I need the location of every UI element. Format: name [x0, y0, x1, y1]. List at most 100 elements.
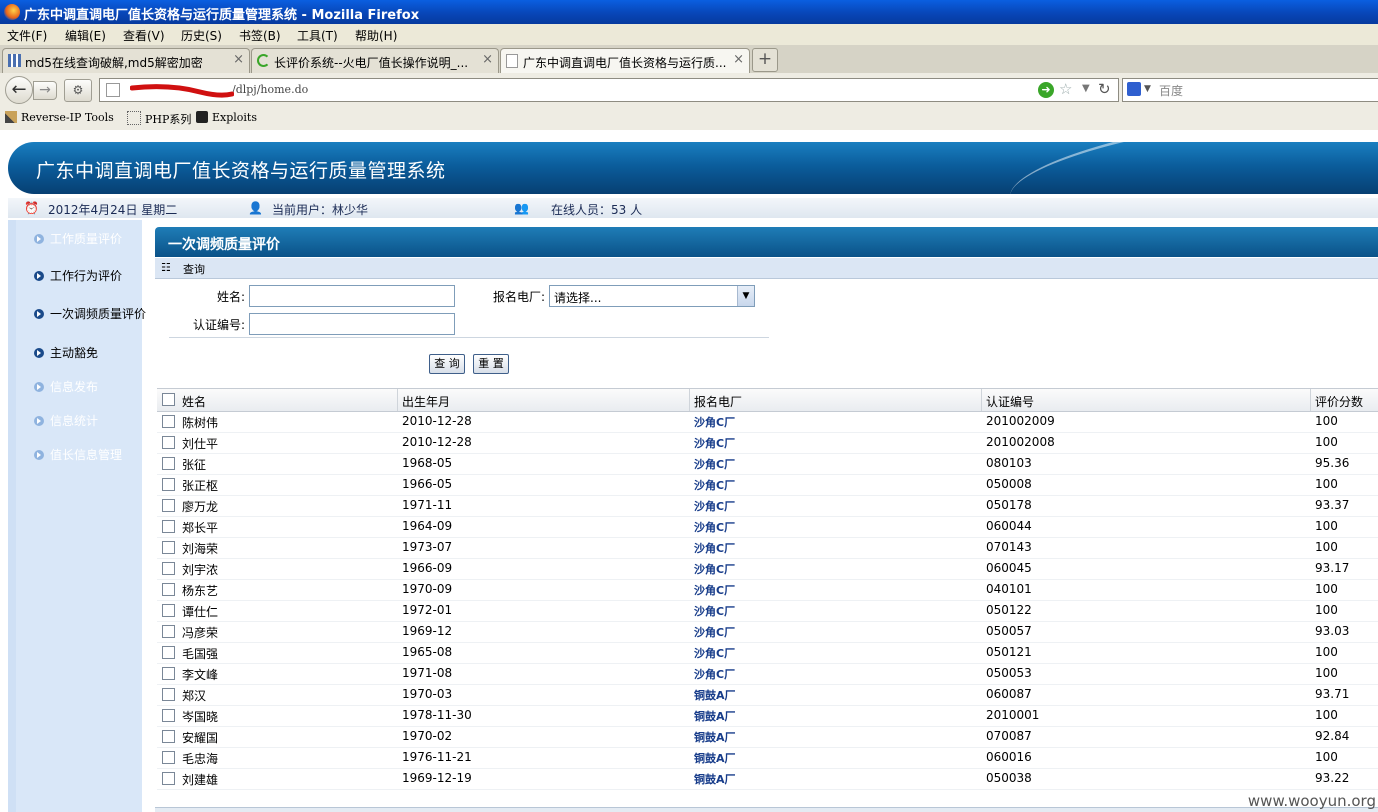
address-bar[interactable]: /dlpj/home.do ➜ ☆ ▼ ↻	[99, 78, 1119, 102]
chevron-down-icon[interactable]: ▼	[737, 286, 754, 306]
cell-name: 廖万龙	[182, 500, 219, 514]
table-row[interactable]: 刘宇浓 1966-09 沙角C厂 060045 93.17	[157, 558, 1378, 580]
row-checkbox[interactable]	[162, 709, 175, 722]
forward-button[interactable]: →	[33, 81, 57, 100]
table-row[interactable]: 李文峰 1971-08 沙角C厂 050053 100	[157, 663, 1378, 685]
cell-cert: 070087	[986, 729, 1032, 743]
table-row[interactable]: 岑国晓 1978-11-30 铜鼓A厂 2010001 100	[157, 705, 1378, 727]
close-icon[interactable]: ×	[482, 52, 493, 67]
cell-cert: 070143	[986, 540, 1032, 554]
menu-bookmarks[interactable]: 书签(B)	[239, 27, 281, 44]
row-checkbox[interactable]	[162, 436, 175, 449]
row-checkbox[interactable]	[162, 667, 175, 680]
sidebar-item-shift-manager-info[interactable]: 值长信息管理	[34, 446, 122, 463]
row-checkbox[interactable]	[162, 730, 175, 743]
cert-input[interactable]	[249, 313, 455, 335]
table-row[interactable]: 刘建雄 1969-12-19 铜鼓A厂 050038 93.22	[157, 768, 1378, 790]
form-divider	[169, 337, 769, 338]
reset-button[interactable]: 重 置	[473, 354, 509, 374]
row-checkbox[interactable]	[162, 562, 175, 575]
menu-history[interactable]: 历史(S)	[181, 27, 222, 44]
sidebar-item-work-quality[interactable]: 工作质量评价	[34, 230, 122, 247]
menu-file[interactable]: 文件(F)	[7, 27, 47, 44]
table-row[interactable]: 刘仕平 2010-12-28 沙角C厂 201002008 100	[157, 432, 1378, 454]
table-row[interactable]: 郑汉 1970-03 铜鼓A厂 060087 93.71	[157, 684, 1378, 706]
col-plant[interactable]: 报名电厂	[694, 393, 742, 410]
row-checkbox[interactable]	[162, 688, 175, 701]
sidebar-item-info-publish[interactable]: 信息发布	[34, 378, 98, 395]
table-row[interactable]: 张正枢 1966-05 沙角C厂 050008 100	[157, 474, 1378, 496]
row-checkbox[interactable]	[162, 751, 175, 764]
row-checkbox[interactable]	[162, 772, 175, 785]
close-icon[interactable]: ×	[733, 52, 744, 67]
name-input[interactable]	[249, 285, 455, 307]
tab-management-system[interactable]: 广东中调直调电厂值长资格与运行质... ×	[500, 48, 750, 74]
reload-icon[interactable]: ↻	[1098, 80, 1111, 98]
col-score[interactable]: 评价分数	[1315, 393, 1363, 410]
cell-score: 100	[1315, 708, 1338, 722]
menu-help[interactable]: 帮助(H)	[355, 27, 397, 44]
table-row[interactable]: 刘海荣 1973-07 沙角C厂 070143 100	[157, 537, 1378, 559]
sidebar-item-exemption[interactable]: 主动豁免	[34, 344, 98, 361]
window-title-bar: 广东中调直调电厂值长资格与运行质量管理系统 - Mozilla Firefox	[0, 0, 1378, 24]
row-checkbox[interactable]	[162, 604, 175, 617]
sidebar-item-label: 信息发布	[50, 380, 99, 394]
cell-name: 陈树伟	[182, 416, 219, 430]
select-all-checkbox[interactable]	[162, 393, 175, 406]
sidebar-item-frequency-quality[interactable]: 一次调频质量评价	[34, 305, 146, 322]
history-dropdown-icon[interactable]: ▼	[1082, 83, 1090, 94]
go-arrow-icon[interactable]: ➜	[1038, 82, 1054, 98]
row-checkbox[interactable]	[162, 583, 175, 596]
table-row[interactable]: 郑长平 1964-09 沙角C厂 060044 100	[157, 516, 1378, 538]
close-icon[interactable]: ×	[233, 52, 244, 67]
query-button[interactable]: 查 询	[429, 354, 465, 374]
menu-edit[interactable]: 编辑(E)	[65, 27, 106, 44]
row-checkbox[interactable]	[162, 478, 175, 491]
sidebar-item-info-stats[interactable]: 信息统计	[34, 412, 98, 429]
row-checkbox[interactable]	[162, 415, 175, 428]
row-checkbox[interactable]	[162, 625, 175, 638]
search-bar[interactable]: ▼ 百度	[1122, 78, 1378, 102]
table-row[interactable]: 安耀国 1970-02 铜鼓A厂 070087 92.84	[157, 726, 1378, 748]
table-row[interactable]: 张征 1968-05 沙角C厂 080103 95.36	[157, 453, 1378, 475]
plant-select[interactable]: 请选择... ▼	[549, 285, 755, 307]
table-row[interactable]: 廖万龙 1971-11 沙角C厂 050178 93.37	[157, 495, 1378, 517]
menu-tools[interactable]: 工具(T)	[297, 27, 338, 44]
tab-md5[interactable]: md5在线查询破解,md5解密加密 ×	[2, 48, 250, 73]
cell-cert: 050057	[986, 624, 1032, 638]
chevron-down-icon[interactable]: ▼	[1144, 84, 1151, 94]
table-row[interactable]: 杨东艺 1970-09 沙角C厂 040101 100	[157, 579, 1378, 601]
cell-birth: 1970-02	[402, 729, 453, 743]
cell-plant: 铜鼓A厂	[694, 752, 736, 765]
sidebar-item-label: 一次调频质量评价	[50, 307, 147, 321]
table-row[interactable]: 毛国强 1965-08 沙角C厂 050121 100	[157, 642, 1378, 664]
row-checkbox[interactable]	[162, 499, 175, 512]
col-birth[interactable]: 出生年月	[402, 393, 450, 410]
pagination-bar	[155, 807, 1378, 812]
cell-birth: 1976-11-21	[402, 750, 472, 764]
cell-cert: 060044	[986, 519, 1032, 533]
table-row[interactable]: 冯彦荣 1969-12 沙角C厂 050057 93.03	[157, 621, 1378, 643]
row-checkbox[interactable]	[162, 457, 175, 470]
search-engine-icon[interactable]	[1127, 82, 1141, 96]
table-row[interactable]: 谭仕仁 1972-01 沙角C厂 050122 100	[157, 600, 1378, 622]
bookmark-php[interactable]: PHP系列	[127, 111, 191, 127]
bookmark-reverse-ip[interactable]: Reverse-IP Tools	[5, 111, 114, 124]
row-checkbox[interactable]	[162, 646, 175, 659]
tab-evaluation-doc[interactable]: 长评价系统--火电厂值长操作说明_... ×	[251, 48, 499, 73]
table-row[interactable]: 陈树伟 2010-12-28 沙角C厂 201002009 100	[157, 411, 1378, 433]
table-row[interactable]: 毛忠海 1976-11-21 铜鼓A厂 060016 100	[157, 747, 1378, 769]
col-name[interactable]: 姓名	[182, 393, 206, 410]
sidebar-item-work-behavior[interactable]: 工作行为评价	[34, 267, 122, 284]
cell-cert: 050038	[986, 771, 1032, 785]
row-checkbox[interactable]	[162, 520, 175, 533]
row-checkbox[interactable]	[162, 541, 175, 554]
new-tab-button[interactable]: +	[752, 48, 778, 72]
cell-cert: 060016	[986, 750, 1032, 764]
home-icon[interactable]: ⚙	[64, 79, 92, 102]
back-button[interactable]: ←	[5, 76, 33, 104]
menu-view[interactable]: 查看(V)	[123, 27, 165, 44]
col-cert[interactable]: 认证编号	[986, 393, 1034, 410]
bookmark-star-icon[interactable]: ☆	[1059, 80, 1072, 98]
bookmark-exploits[interactable]: Exploits	[196, 111, 257, 124]
